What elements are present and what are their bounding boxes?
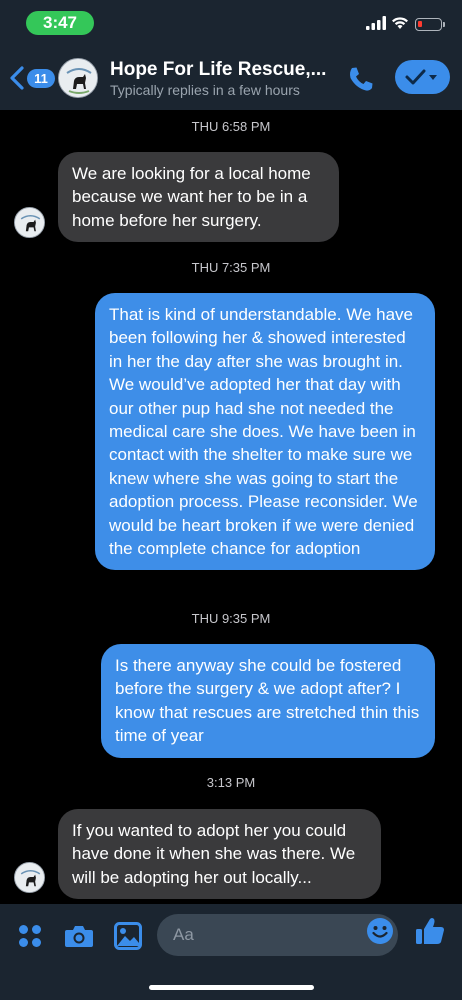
- emoji-icon[interactable]: [366, 917, 394, 945]
- signal-icon: [366, 16, 386, 30]
- timestamp: THU 9:35 PM: [191, 611, 271, 626]
- conversation-header: 11 Hope For Life Rescue,... Typically re…: [0, 46, 462, 110]
- page-avatar[interactable]: [58, 58, 98, 98]
- chevron-down-icon: [429, 75, 437, 80]
- sender-avatar[interactable]: [14, 207, 45, 238]
- rescue-logo-icon: [15, 863, 44, 892]
- checkmark-icon: [405, 69, 426, 85]
- mark-done-button[interactable]: [395, 60, 450, 94]
- photo-icon[interactable]: [114, 922, 142, 950]
- phone-icon[interactable]: [346, 64, 376, 94]
- thumbs-up-icon[interactable]: [414, 915, 446, 947]
- response-time-subtitle: Typically replies in a few hours: [110, 82, 300, 98]
- timestamp: 3:13 PM: [206, 775, 256, 790]
- timestamp: THU 7:35 PM: [191, 260, 271, 275]
- apps-icon[interactable]: [17, 923, 43, 949]
- rescue-logo-icon: [15, 208, 44, 237]
- battery-tip: [443, 22, 445, 27]
- message-thread[interactable]: THU 6:58 PM We are looking for a local h…: [0, 110, 462, 904]
- message-input[interactable]: [173, 914, 353, 956]
- camera-icon[interactable]: [64, 923, 94, 949]
- conversation-title[interactable]: Hope For Life Rescue,...: [110, 59, 332, 81]
- outgoing-message[interactable]: That is kind of understandable. We have …: [95, 293, 435, 571]
- incoming-message[interactable]: If you wanted to adopt her you could hav…: [58, 809, 381, 900]
- home-indicator[interactable]: [149, 985, 314, 990]
- sender-avatar[interactable]: [14, 862, 45, 893]
- back-chevron-icon: [10, 66, 24, 90]
- status-time: 3:47: [26, 11, 94, 35]
- unread-count-badge: 11: [27, 69, 55, 88]
- timestamp: THU 6:58 PM: [191, 119, 271, 134]
- outgoing-message[interactable]: Is there anyway she could be fostered be…: [101, 644, 435, 758]
- battery-icon: [415, 18, 442, 31]
- incoming-message[interactable]: We are looking for a local home because …: [58, 152, 339, 243]
- message-input-pill[interactable]: [157, 914, 398, 956]
- rescue-logo-icon: [59, 59, 97, 97]
- status-bar: 3:47: [0, 0, 462, 46]
- back-button[interactable]: 11: [8, 64, 55, 92]
- wifi-icon: [392, 17, 408, 29]
